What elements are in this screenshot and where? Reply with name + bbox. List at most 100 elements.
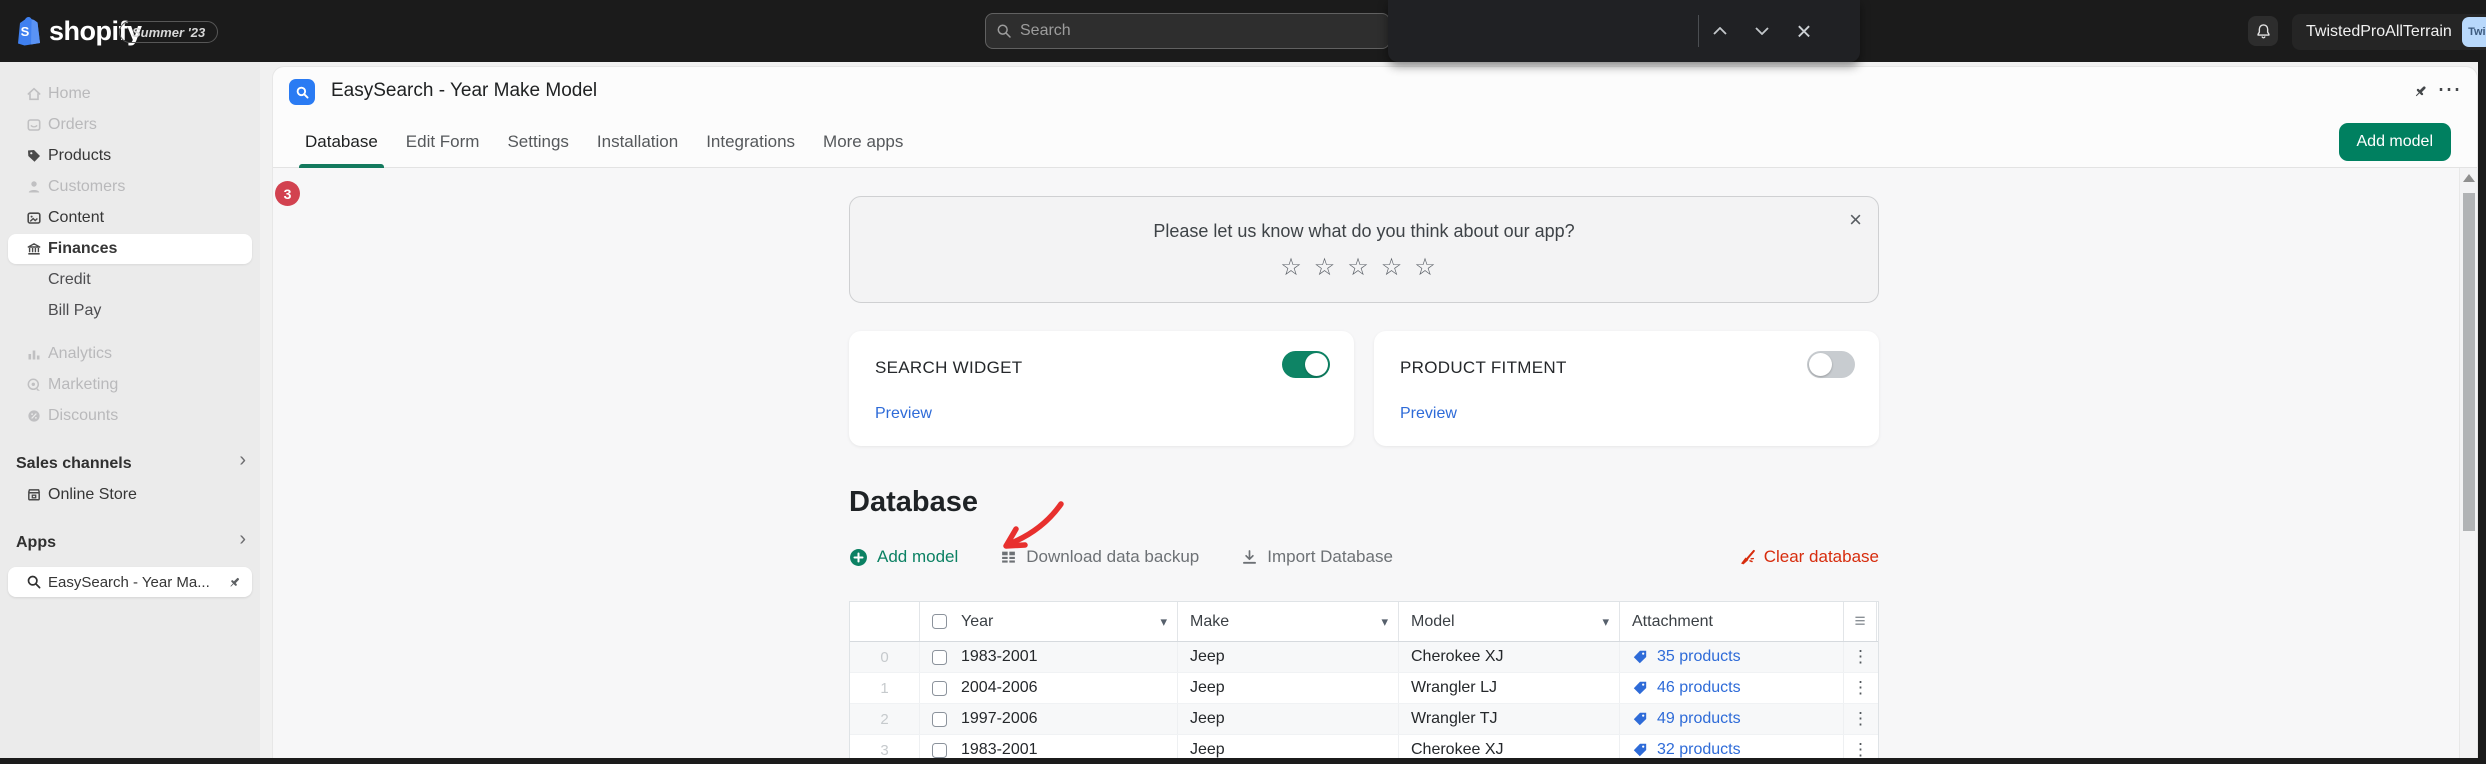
find-previous-button[interactable] <box>1699 10 1741 52</box>
toggle-knob <box>1809 353 1832 376</box>
close-icon[interactable]: × <box>1849 207 1862 233</box>
sidebar-item-orders[interactable]: Orders <box>8 110 252 140</box>
scrollbar-thumb[interactable] <box>2463 193 2475 531</box>
column-header-attachment[interactable]: Attachment <box>1620 602 1844 641</box>
sidebar: Home Orders Products Customers Content F… <box>0 62 260 764</box>
sidebar-item-label: Content <box>48 209 105 226</box>
tab-installation[interactable]: Installation <box>583 117 692 168</box>
bar-chart-icon <box>26 346 42 362</box>
sidebar-item-marketing[interactable]: Marketing <box>8 370 252 400</box>
attachment-link[interactable]: 46 products <box>1632 679 1741 697</box>
sidebar-item-easysearch-app[interactable]: EasySearch - Year Ma... <box>8 567 252 597</box>
sidebar-section-sales-channels[interactable]: Sales channels › <box>8 449 252 479</box>
tab-more-apps[interactable]: More apps <box>809 117 917 168</box>
sidebar-item-credit[interactable]: Credit <box>8 265 252 295</box>
import-arrow-icon <box>1243 549 1257 564</box>
kebab-menu-icon[interactable]: ⋮ <box>1852 678 1869 698</box>
bank-icon <box>26 241 42 257</box>
sidebar-item-label: Products <box>48 147 112 164</box>
column-label: Year <box>961 612 994 630</box>
sidebar-item-customers[interactable]: Customers <box>8 172 252 202</box>
tag-icon <box>1633 650 1647 664</box>
dropdown-caret-icon[interactable]: ▾ <box>1381 614 1388 630</box>
notifications-button[interactable] <box>2248 16 2278 46</box>
attachment-link[interactable]: 32 products <box>1632 741 1741 759</box>
attachment-count: 46 products <box>1657 679 1741 696</box>
sidebar-item-label: Discounts <box>48 407 119 424</box>
search-input[interactable] <box>1020 22 1340 40</box>
column-header-year[interactable]: Year ▾ <box>920 602 1178 641</box>
attachment-link[interactable]: 49 products <box>1632 710 1741 728</box>
scroll-up-arrow[interactable] <box>2463 174 2475 182</box>
row-checkbox[interactable] <box>932 742 947 758</box>
tab-integrations[interactable]: Integrations <box>692 117 809 168</box>
column-header-make[interactable]: Make ▾ <box>1178 602 1399 641</box>
sidebar-item-label: EasySearch - Year Ma... <box>48 573 210 591</box>
find-close-button[interactable]: × <box>1783 10 1825 52</box>
content-icon <box>26 210 42 226</box>
column-header-model[interactable]: Model ▾ <box>1399 602 1620 641</box>
clear-database-label: Clear database <box>1763 547 1879 566</box>
sidebar-item-bill-pay[interactable]: Bill Pay <box>8 296 252 326</box>
sidebar-item-label: Bill Pay <box>48 302 102 319</box>
sidebar-item-online-store[interactable]: Online Store <box>8 480 252 510</box>
tab-database[interactable]: Database <box>291 117 392 168</box>
table-row[interactable]: 2 1997-2006 Jeep Wrangler TJ 49 products… <box>850 704 1878 735</box>
chevron-right-icon: › <box>239 449 246 471</box>
account-menu[interactable]: TwistedProAllTerrain Twi <box>2292 14 2486 50</box>
add-model-action[interactable]: Add model <box>849 547 958 567</box>
tab-settings[interactable]: Settings <box>493 117 582 168</box>
model-cell: Wrangler LJ <box>1411 679 1497 696</box>
product-fitment-preview-link[interactable]: Preview <box>1400 405 1457 423</box>
product-fitment-toggle[interactable] <box>1807 351 1855 378</box>
bell-icon <box>2256 23 2270 38</box>
add-model-button[interactable]: Add model <box>2338 123 2451 161</box>
app-content: 3 Please let us know what do you think a… <box>273 168 2477 764</box>
kebab-menu-icon[interactable]: ⋮ <box>1852 740 1869 760</box>
attachment-link[interactable]: 35 products <box>1632 648 1741 666</box>
sidebar-item-home[interactable]: Home <box>8 79 252 109</box>
hamburger-menu-icon[interactable]: ≡ <box>1854 611 1865 633</box>
sidebar-item-discounts[interactable]: Discounts <box>8 401 252 431</box>
clear-database-action[interactable]: Clear database <box>1739 547 1879 567</box>
select-all-checkbox[interactable] <box>932 614 947 629</box>
table-menu-cell[interactable]: ≡ <box>1844 602 1877 641</box>
pin-icon[interactable] <box>2412 83 2429 100</box>
findbar-input[interactable] <box>1406 22 1686 40</box>
dropdown-caret-icon[interactable]: ▾ <box>1160 614 1167 630</box>
sidebar-item-products[interactable]: Products <box>8 141 252 171</box>
more-options-icon[interactable]: ⋯ <box>2437 75 2463 104</box>
browser-find-bar: × <box>1388 0 1860 62</box>
sidebar-item-analytics[interactable]: Analytics <box>8 339 252 369</box>
content-scrollbar[interactable] <box>2459 168 2477 764</box>
sidebar-section-apps[interactable]: Apps › <box>8 528 252 558</box>
store-icon <box>26 487 42 503</box>
kebab-menu-icon[interactable]: ⋮ <box>1852 647 1869 667</box>
rating-stars[interactable]: ☆☆☆☆☆ <box>850 253 1878 282</box>
dropdown-caret-icon[interactable]: ▾ <box>1602 614 1609 630</box>
global-search[interactable] <box>985 13 1390 49</box>
row-checkbox[interactable] <box>932 649 947 665</box>
sidebar-item-content[interactable]: Content <box>8 203 252 233</box>
attachment-count: 35 products <box>1657 648 1741 665</box>
table-header-row: Year ▾ Make ▾ Model ▾ Attachment ≡ <box>850 602 1878 642</box>
app-window: EasySearch - Year Make Model ⋯ Database … <box>272 66 2478 764</box>
release-badge: Summer '23 <box>119 21 219 43</box>
tag-icon <box>1633 712 1647 726</box>
row-number: 1 <box>850 673 920 703</box>
svg-text:S: S <box>21 24 30 39</box>
kebab-menu-icon[interactable]: ⋮ <box>1852 709 1869 729</box>
row-checkbox[interactable] <box>932 711 947 727</box>
search-widget-toggle[interactable] <box>1282 351 1330 378</box>
sidebar-item-finances[interactable]: Finances <box>8 234 252 264</box>
tab-edit-form[interactable]: Edit Form <box>392 117 494 168</box>
table-row[interactable]: 1 2004-2006 Jeep Wrangler LJ 46 products… <box>850 673 1878 704</box>
find-next-button[interactable] <box>1741 10 1783 52</box>
row-checkbox[interactable] <box>932 680 947 696</box>
pin-icon[interactable] <box>227 575 242 590</box>
table-row[interactable]: 0 1983-2001 Jeep Cherokee XJ 35 products… <box>850 642 1878 673</box>
search-widget-preview-link[interactable]: Preview <box>875 405 932 423</box>
tag-icon <box>1633 743 1647 757</box>
import-database-action[interactable]: Import Database <box>1241 547 1393 567</box>
row-number: 0 <box>850 642 920 672</box>
